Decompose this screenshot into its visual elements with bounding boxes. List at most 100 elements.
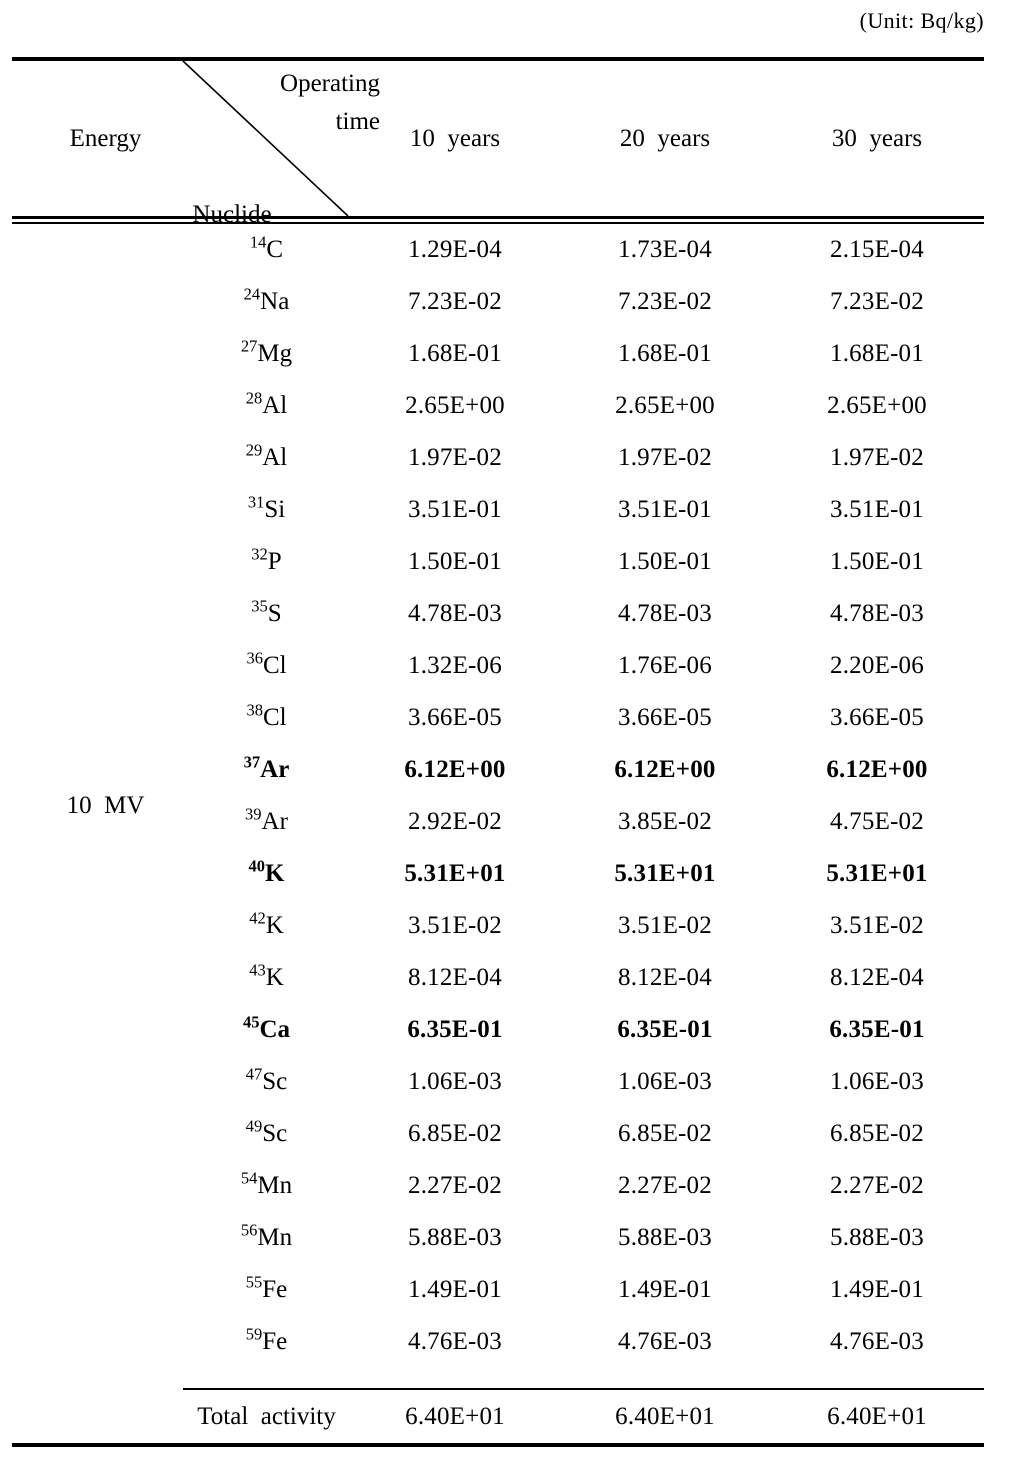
activity-cell: 5.31E+01 — [614, 860, 716, 887]
activity-cell: 1.97E-02 — [408, 444, 502, 471]
nuclide-cell: 54Mn — [183, 1168, 350, 1200]
nuclide-element-symbol: C — [266, 236, 284, 263]
nuclide-cell: 56Mn — [183, 1222, 350, 1252]
activity-cell: 1.97E-02 — [618, 444, 712, 471]
activity-cell: 1.06E-03 — [830, 1068, 924, 1095]
activity-cell: 1.49E-01 — [618, 1276, 712, 1303]
nuclide-mass-number: 43 — [249, 960, 266, 980]
nuclide-mass-number: 32 — [251, 544, 268, 564]
activity-cell: 2.92E-02 — [408, 808, 502, 835]
activity-cell: 2.27E-02 — [618, 1172, 712, 1199]
activity-cell: 1.76E-06 — [618, 652, 712, 679]
activity-cell: 3.66E-05 — [830, 704, 924, 731]
nuclide-cell: 43K — [183, 960, 350, 992]
activity-cell: 1.50E-01 — [408, 548, 502, 575]
activity-cell: 3.51E-01 — [618, 496, 712, 523]
activity-cell: 8.12E-04 — [408, 964, 502, 991]
table-row: 37Ar 6.12E+00 6.12E+00 6.12E+00 — [0, 744, 984, 796]
nuclide-mass-number: 38 — [246, 700, 263, 720]
nuclide-element-symbol: Sc — [262, 1068, 288, 1095]
activity-cell: 3.51E-01 — [830, 496, 924, 523]
activity-cell: 6.35E-01 — [407, 1016, 503, 1043]
nuclide-element-symbol: Fe — [262, 1328, 288, 1355]
table-row: 36Cl 1.32E-06 1.76E-06 2.20E-06 — [0, 640, 984, 692]
nuclide-element-symbol: Na — [260, 288, 290, 315]
activity-cell: 3.51E-02 — [618, 912, 712, 939]
nuclide-cell: 35S — [183, 596, 350, 628]
table-header: Energy Operating time Nuclide 10 years 2… — [0, 61, 984, 228]
activity-cell: 2.20E-06 — [830, 652, 924, 679]
nuclide-element-symbol: Fe — [262, 1276, 288, 1303]
activity-cell: 7.23E-02 — [408, 288, 502, 315]
activity-cell: 4.78E-03 — [830, 600, 924, 627]
nuclide-cell: 32P — [183, 544, 350, 576]
activity-cell: 3.66E-05 — [618, 704, 712, 731]
activity-cell: 8.12E-04 — [830, 964, 924, 991]
activity-cell: 1.29E-04 — [408, 236, 502, 263]
activity-cell: 6.35E-01 — [829, 1016, 925, 1043]
activity-cell: 6.35E-01 — [617, 1016, 713, 1043]
nuclide-element-symbol: Sc — [262, 1120, 288, 1147]
table-row: 35S 4.78E-03 4.78E-03 4.78E-03 — [0, 588, 984, 640]
activity-cell: 3.66E-05 — [408, 704, 502, 731]
total-value-10-years: 6.40E+01 — [405, 1402, 505, 1430]
table-row: 45Ca 6.35E-01 6.35E-01 6.35E-01 — [0, 1004, 984, 1056]
unit-note: (Unit: Bq/kg) — [859, 8, 984, 33]
activity-cell: 6.12E+00 — [404, 756, 506, 783]
activity-cell: 2.27E-02 — [408, 1172, 502, 1199]
activity-cell: 2.65E+00 — [827, 392, 927, 419]
nuclide-mass-number: 55 — [245, 1272, 263, 1292]
nuclide-mass-number: 35 — [251, 596, 268, 616]
nuclide-cell: 14C — [183, 234, 350, 264]
nuclide-cell: 31Si — [183, 494, 350, 524]
activity-cell: 7.23E-02 — [618, 288, 712, 315]
nuclide-mass-number: 59 — [245, 1324, 263, 1344]
activity-cell: 4.76E-03 — [618, 1328, 712, 1355]
header-bottom-rule-outer — [12, 216, 984, 219]
nuclide-element-symbol: Al — [262, 392, 288, 419]
total-activity-row: Total activity 6.40E+01 6.40E+01 6.40E+0… — [0, 1390, 984, 1443]
activity-cell: 2.27E-02 — [830, 1172, 924, 1199]
nuclide-mass-number: 39 — [245, 804, 262, 824]
nuclide-cell: 39Ar — [183, 804, 350, 836]
nuclide-element-symbol: Ca — [259, 1016, 291, 1043]
nuclide-cell: 55Fe — [183, 1272, 350, 1304]
nuclide-element-symbol: K — [265, 860, 285, 887]
activity-cell: 6.12E+00 — [614, 756, 716, 783]
table-bottom-rule — [12, 1443, 984, 1447]
table-row: 32P 1.50E-01 1.50E-01 1.50E-01 — [0, 536, 984, 588]
activity-cell: 3.51E-02 — [408, 912, 502, 939]
table-row: 54Mn 2.27E-02 2.27E-02 2.27E-02 — [0, 1160, 984, 1212]
activity-cell: 7.23E-02 — [830, 288, 924, 315]
activity-cell: 3.51E-02 — [830, 912, 924, 939]
activity-cell: 4.76E-03 — [408, 1328, 502, 1355]
nuclide-cell: 40K — [183, 858, 350, 888]
activity-cell: 1.73E-04 — [618, 236, 712, 263]
header-energy-label: Energy — [69, 124, 142, 152]
activity-cell: 2.15E-04 — [830, 236, 924, 263]
activity-cell: 1.06E-03 — [618, 1068, 712, 1095]
table-body: 14C 1.29E-04 1.73E-04 2.15E-04 24Na 7.23E-02 7… — [0, 224, 984, 1368]
activity-cell: 6.85E-02 — [618, 1120, 712, 1147]
table-row: 40K 5.31E+01 5.31E+01 5.31E+01 — [0, 848, 984, 900]
table-row: 42K 3.51E-02 3.51E-02 3.51E-02 — [0, 900, 984, 952]
activity-cell: 1.32E-06 — [408, 652, 502, 679]
activity-cell: 4.78E-03 — [408, 600, 502, 627]
total-value-30-years: 6.40E+01 — [827, 1402, 927, 1430]
nuclide-mass-number: 29 — [245, 440, 263, 460]
nuclide-mass-number: 49 — [245, 1116, 263, 1136]
nuclide-element-symbol: S — [267, 600, 282, 627]
nuclide-element-symbol: Mn — [257, 1224, 293, 1251]
activity-cell: 6.85E-02 — [830, 1120, 924, 1147]
nuclide-mass-number: 24 — [243, 284, 261, 304]
nuclide-cell: 38Cl — [183, 700, 350, 732]
activity-cell: 3.51E-01 — [408, 496, 502, 523]
nuclide-cell: 28Al — [183, 388, 350, 420]
nuclide-mass-number: 27 — [240, 336, 258, 356]
nuclide-element-symbol: P — [267, 548, 282, 575]
nuclide-mass-number: 42 — [249, 908, 266, 928]
activity-cell: 5.88E-03 — [830, 1224, 924, 1251]
nuclide-mass-number: 28 — [245, 388, 263, 408]
nuclide-element-symbol: Mg — [257, 340, 293, 367]
nuclide-mass-number: 54 — [240, 1168, 258, 1188]
